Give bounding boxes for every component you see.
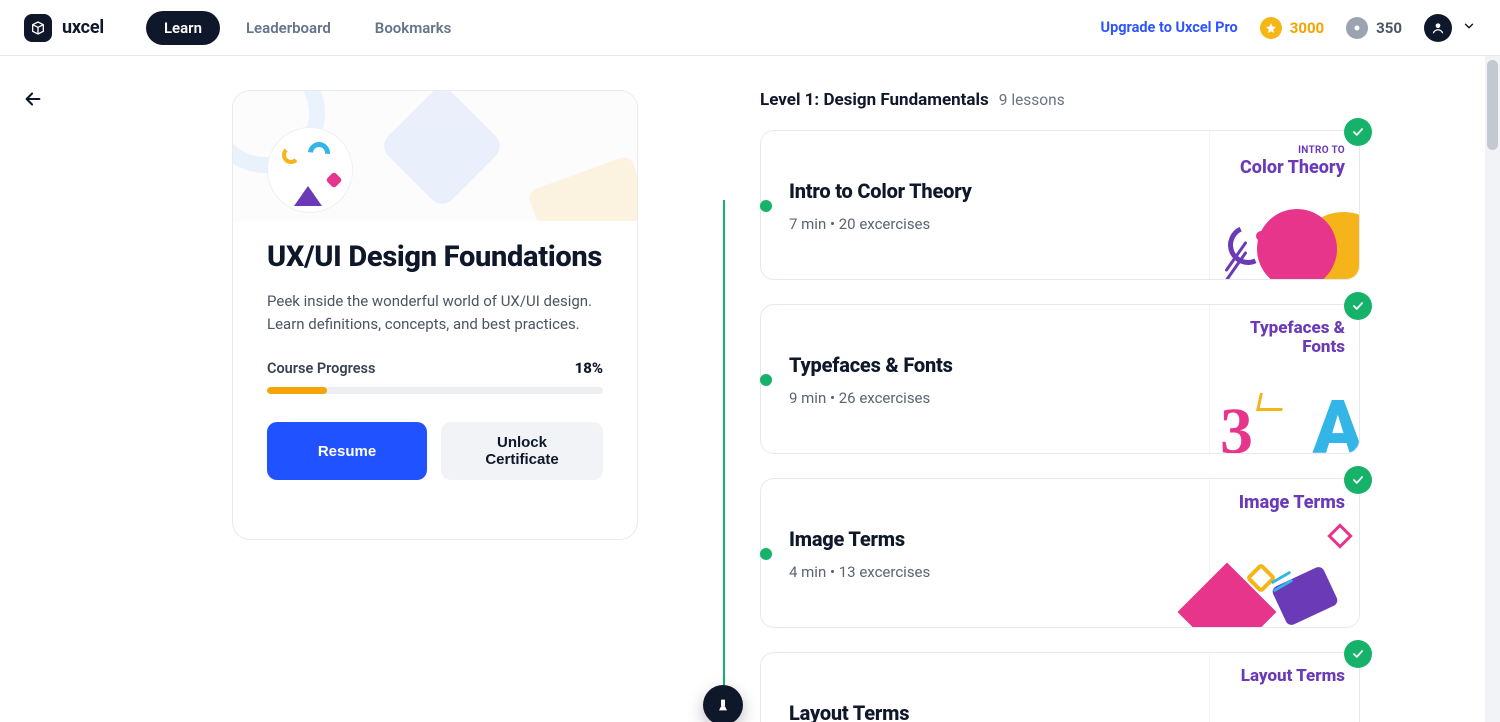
thumb-title: Layout Terms xyxy=(1241,666,1345,686)
gems-stat[interactable]: 350 xyxy=(1346,17,1402,39)
course-description: Peek inside the wonderful world of UX/UI… xyxy=(267,290,603,335)
lesson-item: Intro to Color Theory 7 min • 20 excerci… xyxy=(760,130,1360,280)
coins-stat[interactable]: 3000 xyxy=(1260,17,1324,39)
lesson-thumbnail: Image Terms xyxy=(1209,479,1359,627)
avatar-icon xyxy=(1424,14,1452,42)
nav-bookmarks[interactable]: Bookmarks xyxy=(357,11,470,45)
lessons-column: Level 1: Design Fundamentals 9 lessons I… xyxy=(718,90,1360,722)
lesson-item: Image Terms 4 min • 13 excercises Image … xyxy=(760,478,1360,628)
timeline-dot-icon xyxy=(760,548,772,560)
lesson-card[interactable]: Layout Terms Layout Terms xyxy=(760,652,1360,722)
gems-value: 350 xyxy=(1376,19,1402,37)
brand-logo[interactable]: uxcel xyxy=(24,14,104,42)
lesson-title: Typefaces & Fonts xyxy=(789,353,1181,377)
lesson-thumbnail: Layout Terms xyxy=(1209,653,1359,722)
check-icon xyxy=(1344,118,1372,146)
lesson-timeline: Intro to Color Theory 7 min • 20 excerci… xyxy=(718,130,1360,722)
course-card: UX/UI Design Foundations Peek inside the… xyxy=(232,90,638,540)
timeline-dot-icon xyxy=(760,374,772,386)
star-icon xyxy=(1260,17,1282,39)
progress-bar xyxy=(267,387,603,394)
course-hero xyxy=(233,91,637,221)
lesson-title: Layout Terms xyxy=(789,701,1181,722)
nav-learn[interactable]: Learn xyxy=(146,11,220,45)
lesson-item: Typefaces & Fonts 9 min • 26 excercises … xyxy=(760,304,1360,454)
lesson-meta: 4 min • 13 excercises xyxy=(789,563,1181,581)
course-avatar-icon xyxy=(267,127,353,213)
lesson-card[interactable]: Image Terms 4 min • 13 excercises Image … xyxy=(760,478,1360,628)
check-icon xyxy=(1344,466,1372,494)
lesson-card[interactable]: Intro to Color Theory 7 min • 20 excerci… xyxy=(760,130,1360,280)
level-header: Level 1: Design Fundamentals 9 lessons xyxy=(760,90,1360,110)
progress-percent: 18% xyxy=(575,359,603,377)
brand-name: uxcel xyxy=(62,17,104,38)
lesson-thumbnail: Typefaces & Fonts 3A xyxy=(1209,305,1359,453)
course-title: UX/UI Design Foundations xyxy=(267,239,603,276)
chevron-down-icon xyxy=(1462,18,1476,37)
check-icon xyxy=(1344,640,1372,668)
check-icon xyxy=(1344,292,1372,320)
level-title: Level 1: Design Fundamentals xyxy=(760,90,989,110)
header-right: Upgrade to Uxcel Pro 3000 350 xyxy=(1101,14,1476,42)
scrollbar-thumb[interactable] xyxy=(1487,60,1498,150)
header: uxcel Learn Leaderboard Bookmarks Upgrad… xyxy=(0,0,1500,56)
coins-value: 3000 xyxy=(1290,19,1324,37)
timeline-checkpoint-icon[interactable] xyxy=(703,685,743,722)
lesson-thumbnail: INTRO TO Color Theory xyxy=(1209,131,1359,279)
progress-fill xyxy=(267,387,327,394)
thumb-kicker: INTRO TO xyxy=(1240,145,1345,156)
thumb-title: Image Terms xyxy=(1239,492,1345,513)
lesson-item: Layout Terms Layout Terms xyxy=(760,652,1360,722)
brand-mark-icon xyxy=(24,14,52,42)
lesson-meta: 7 min • 20 excercises xyxy=(789,215,1181,233)
nav-leaderboard[interactable]: Leaderboard xyxy=(228,11,349,45)
lesson-meta: 9 min • 26 excercises xyxy=(789,389,1181,407)
scrollbar[interactable] xyxy=(1485,56,1500,722)
profile-menu[interactable] xyxy=(1424,14,1476,42)
level-lesson-count: 9 lessons xyxy=(999,91,1065,109)
main-nav: Learn Leaderboard Bookmarks xyxy=(146,11,469,45)
thumb-title: Color Theory xyxy=(1240,157,1345,178)
timeline-dot-icon xyxy=(760,200,772,212)
resume-button[interactable]: Resume xyxy=(267,422,427,480)
gem-icon xyxy=(1346,17,1368,39)
unlock-certificate-button[interactable]: Unlock Certificate xyxy=(441,422,603,480)
main-content: UX/UI Design Foundations Peek inside the… xyxy=(0,56,1500,722)
lesson-title: Intro to Color Theory xyxy=(789,179,1181,203)
thumb-title: Typefaces & Fonts xyxy=(1250,318,1345,357)
progress-label: Course Progress xyxy=(267,360,375,377)
lesson-title: Image Terms xyxy=(789,527,1181,551)
upgrade-link[interactable]: Upgrade to Uxcel Pro xyxy=(1101,19,1238,36)
back-button[interactable] xyxy=(22,88,44,114)
lesson-card[interactable]: Typefaces & Fonts 9 min • 26 excercises … xyxy=(760,304,1360,454)
